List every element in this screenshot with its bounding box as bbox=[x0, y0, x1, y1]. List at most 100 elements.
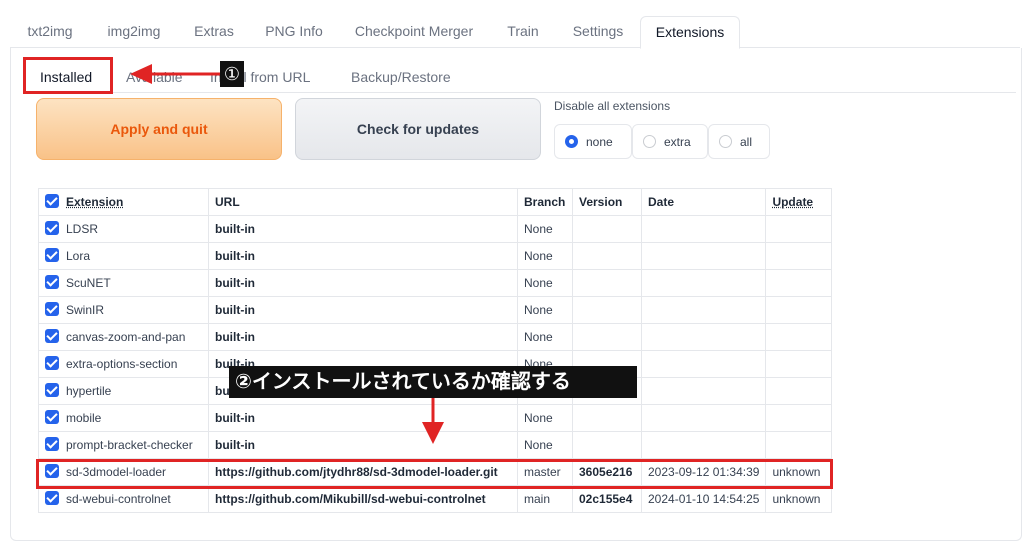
subtab-divider bbox=[26, 92, 1016, 93]
cell-branch: None bbox=[517, 323, 573, 351]
cell-extension: mobile bbox=[38, 404, 209, 432]
radio-label: all bbox=[740, 134, 753, 149]
cell-update bbox=[765, 242, 833, 270]
tab-extras[interactable]: Extras bbox=[186, 16, 242, 47]
radio-unselected-icon bbox=[643, 135, 656, 148]
extension-enabled-checkbox[interactable] bbox=[45, 248, 59, 263]
extension-enabled-checkbox[interactable] bbox=[45, 329, 59, 344]
cell-version bbox=[572, 269, 642, 297]
table-row: sd-webui-controlnet https://github.com/Mi… bbox=[38, 485, 833, 513]
tab-img2img[interactable]: img2img bbox=[96, 16, 172, 47]
tab-txt2img[interactable]: txt2img bbox=[15, 16, 85, 47]
extension-enabled-checkbox[interactable] bbox=[45, 356, 59, 371]
annotation-step-2: ②インストールされているか確認する bbox=[229, 366, 637, 398]
cell-version bbox=[572, 215, 642, 243]
table-row: ScuNET built-in None bbox=[38, 269, 833, 297]
cell-branch: main bbox=[517, 485, 573, 513]
cell-update bbox=[765, 269, 833, 297]
cell-date bbox=[640, 269, 767, 297]
extension-enabled-checkbox[interactable] bbox=[45, 410, 59, 425]
header-url: URL bbox=[208, 188, 518, 216]
cell-update bbox=[765, 215, 833, 243]
extension-enabled-checkbox[interactable] bbox=[45, 437, 59, 452]
cell-url: built-in bbox=[208, 323, 518, 351]
check-for-updates-button[interactable]: Check for updates bbox=[295, 98, 541, 160]
tab-extensions[interactable]: Extensions bbox=[640, 16, 740, 49]
extension-name: canvas-zoom-and-pan bbox=[66, 329, 186, 344]
cell-date bbox=[640, 350, 767, 378]
annotation-arrow-left-icon bbox=[130, 64, 220, 84]
cell-date bbox=[640, 242, 767, 270]
select-all-checkbox[interactable] bbox=[45, 194, 59, 209]
extension-enabled-checkbox[interactable] bbox=[45, 221, 59, 236]
header-date: Date bbox=[640, 188, 767, 216]
disable-extensions-label: Disable all extensions bbox=[554, 99, 671, 113]
extension-name: sd-webui-controlnet bbox=[66, 491, 171, 506]
cell-url: built-in bbox=[208, 215, 518, 243]
cell-update bbox=[765, 296, 833, 324]
cell-version bbox=[572, 296, 642, 324]
cell-update bbox=[765, 431, 833, 459]
cell-extension: SwinIR bbox=[38, 296, 209, 324]
tab-settings[interactable]: Settings bbox=[563, 16, 633, 47]
cell-version bbox=[572, 242, 642, 270]
cell-extension: sd-webui-controlnet bbox=[38, 485, 209, 513]
radio-extra[interactable]: extra bbox=[632, 124, 708, 159]
extension-enabled-checkbox[interactable] bbox=[45, 302, 59, 317]
cell-update bbox=[765, 404, 833, 432]
table-row: canvas-zoom-and-pan built-in None bbox=[38, 323, 833, 351]
extension-name: prompt-bracket-checker bbox=[66, 437, 193, 452]
extension-enabled-checkbox[interactable] bbox=[45, 275, 59, 290]
cell-extension: ScuNET bbox=[38, 269, 209, 297]
tab-checkpoint-merger[interactable]: Checkpoint Merger bbox=[346, 16, 482, 47]
radio-none[interactable]: none bbox=[554, 124, 632, 159]
annotation-highlight-installed bbox=[23, 57, 113, 94]
table-row: LDSR built-in None bbox=[38, 215, 833, 243]
cell-date bbox=[640, 431, 767, 459]
cell-version bbox=[572, 323, 642, 351]
table-row: SwinIR built-in None bbox=[38, 296, 833, 324]
cell-branch: None bbox=[517, 242, 573, 270]
cell-branch: None bbox=[517, 431, 573, 459]
extension-name: extra-options-section bbox=[66, 356, 178, 371]
cell-branch: None bbox=[517, 296, 573, 324]
header-version: Version bbox=[572, 188, 642, 216]
cell-update: unknown bbox=[765, 485, 833, 513]
cell-url: built-in bbox=[208, 296, 518, 324]
cell-date: 2024-01-10 14:54:25 bbox=[640, 485, 767, 513]
top-tab-bar: txt2img img2img Extras PNG Info Checkpoi… bbox=[10, 16, 1020, 49]
extension-enabled-checkbox[interactable] bbox=[45, 491, 59, 506]
cell-version bbox=[572, 404, 642, 432]
radio-selected-icon bbox=[565, 135, 578, 148]
cell-version bbox=[572, 431, 642, 459]
apply-and-quit-button[interactable]: Apply and quit bbox=[36, 98, 282, 160]
extension-name: SwinIR bbox=[66, 302, 105, 317]
table-row: Lora built-in None bbox=[38, 242, 833, 270]
cell-update bbox=[765, 377, 833, 405]
extension-name: ScuNET bbox=[66, 275, 111, 290]
extension-enabled-checkbox[interactable] bbox=[45, 383, 59, 398]
cell-date bbox=[640, 377, 767, 405]
tab-train[interactable]: Train bbox=[498, 16, 548, 47]
tab-png-info[interactable]: PNG Info bbox=[258, 16, 330, 47]
radio-label: extra bbox=[664, 134, 691, 149]
annotation-arrow-down-icon bbox=[422, 398, 444, 444]
cell-update bbox=[765, 350, 833, 378]
cell-branch: None bbox=[517, 404, 573, 432]
radio-all[interactable]: all bbox=[708, 124, 770, 159]
cell-url: built-in bbox=[208, 242, 518, 270]
subtab-backup-restore[interactable]: Backup/Restore bbox=[351, 63, 451, 91]
cell-extension: hypertile bbox=[38, 377, 209, 405]
cell-url: built-in bbox=[208, 404, 518, 432]
annotation-highlight-row bbox=[36, 459, 833, 489]
extension-name: mobile bbox=[66, 410, 102, 425]
header-extension[interactable]: Extension bbox=[38, 188, 209, 216]
cell-url: built-in bbox=[208, 431, 518, 459]
radio-unselected-icon bbox=[719, 135, 732, 148]
cell-date bbox=[640, 404, 767, 432]
cell-extension: canvas-zoom-and-pan bbox=[38, 323, 209, 351]
extension-name: Lora bbox=[66, 248, 91, 263]
annotation-step-1: ① bbox=[220, 61, 244, 87]
cell-date bbox=[640, 215, 767, 243]
cell-update bbox=[765, 323, 833, 351]
